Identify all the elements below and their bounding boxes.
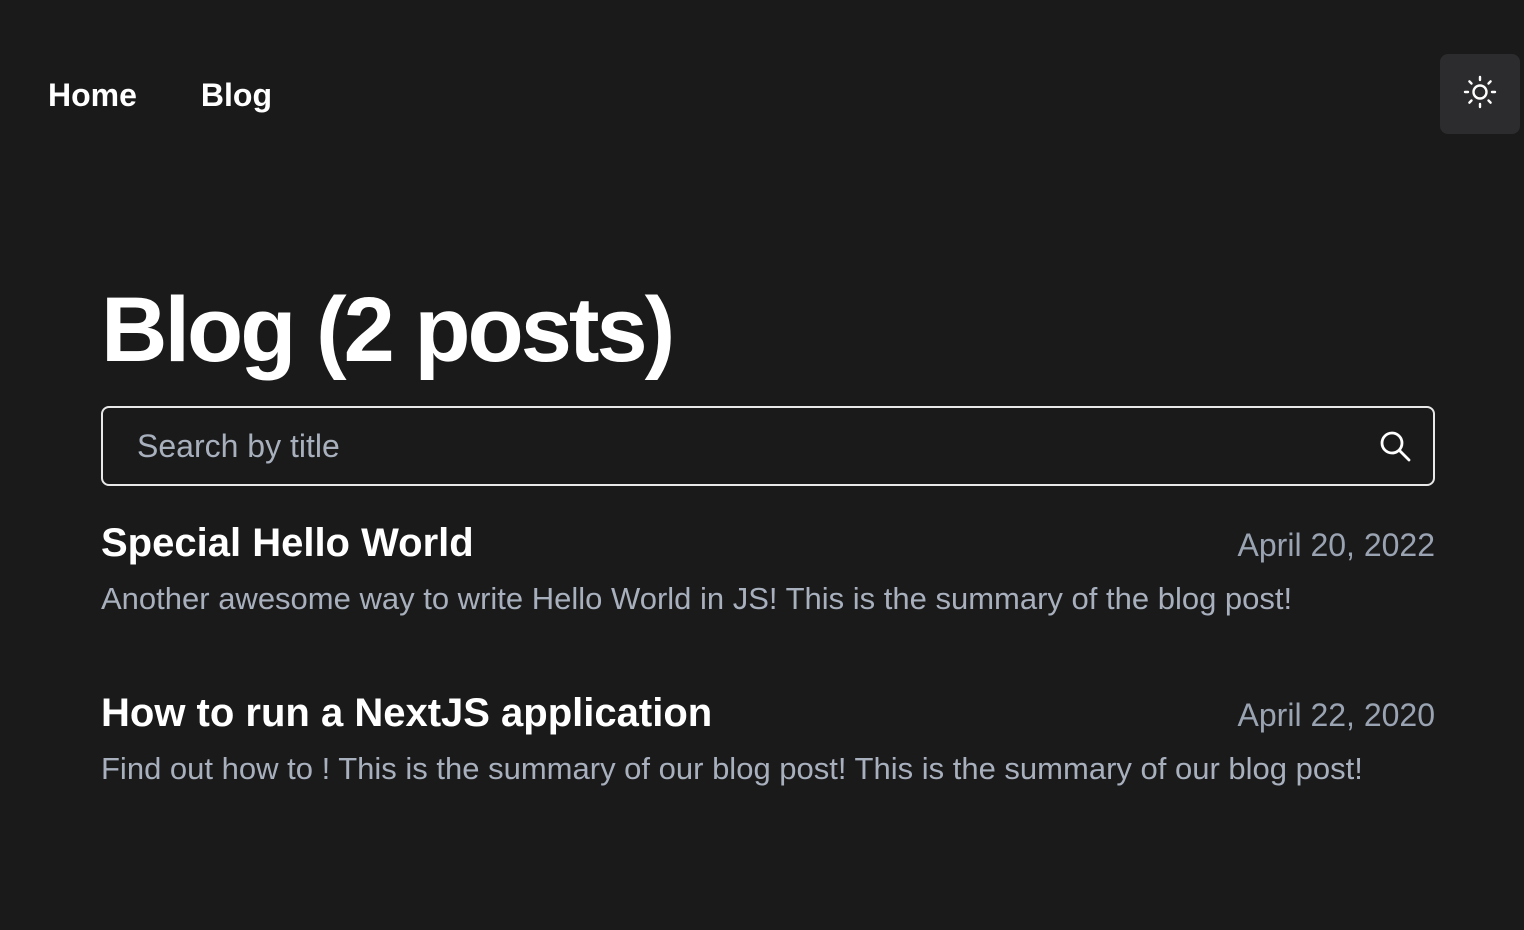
post-date: April 22, 2020 — [1237, 697, 1435, 733]
post-list: Special Hello World April 20, 2022 Anoth… — [101, 520, 1435, 788]
main-content: Blog (2 posts) Special Hello World April… — [101, 278, 1435, 860]
post-title-link[interactable]: How to run a NextJS application — [101, 690, 712, 736]
search-icon — [1377, 428, 1413, 464]
post-summary: Find out how to ! This is the summary of… — [101, 751, 1363, 786]
search-input[interactable] — [135, 426, 1377, 466]
top-nav: Home Blog — [48, 76, 336, 114]
post-item: Special Hello World April 20, 2022 Anoth… — [101, 520, 1435, 618]
sun-icon — [1463, 75, 1497, 114]
page-title: Blog (2 posts) — [101, 279, 675, 381]
post-date: April 20, 2022 — [1237, 527, 1435, 563]
post-summary: Another awesome way to write Hello World… — [101, 581, 1293, 616]
post-title-link[interactable]: Special Hello World — [101, 520, 474, 566]
nav-link-blog[interactable]: Blog — [201, 76, 272, 114]
search-box — [101, 406, 1435, 486]
post-item: How to run a NextJS application April 22… — [101, 690, 1435, 788]
nav-link-home[interactable]: Home — [48, 76, 137, 114]
theme-toggle-button[interactable] — [1440, 54, 1520, 134]
